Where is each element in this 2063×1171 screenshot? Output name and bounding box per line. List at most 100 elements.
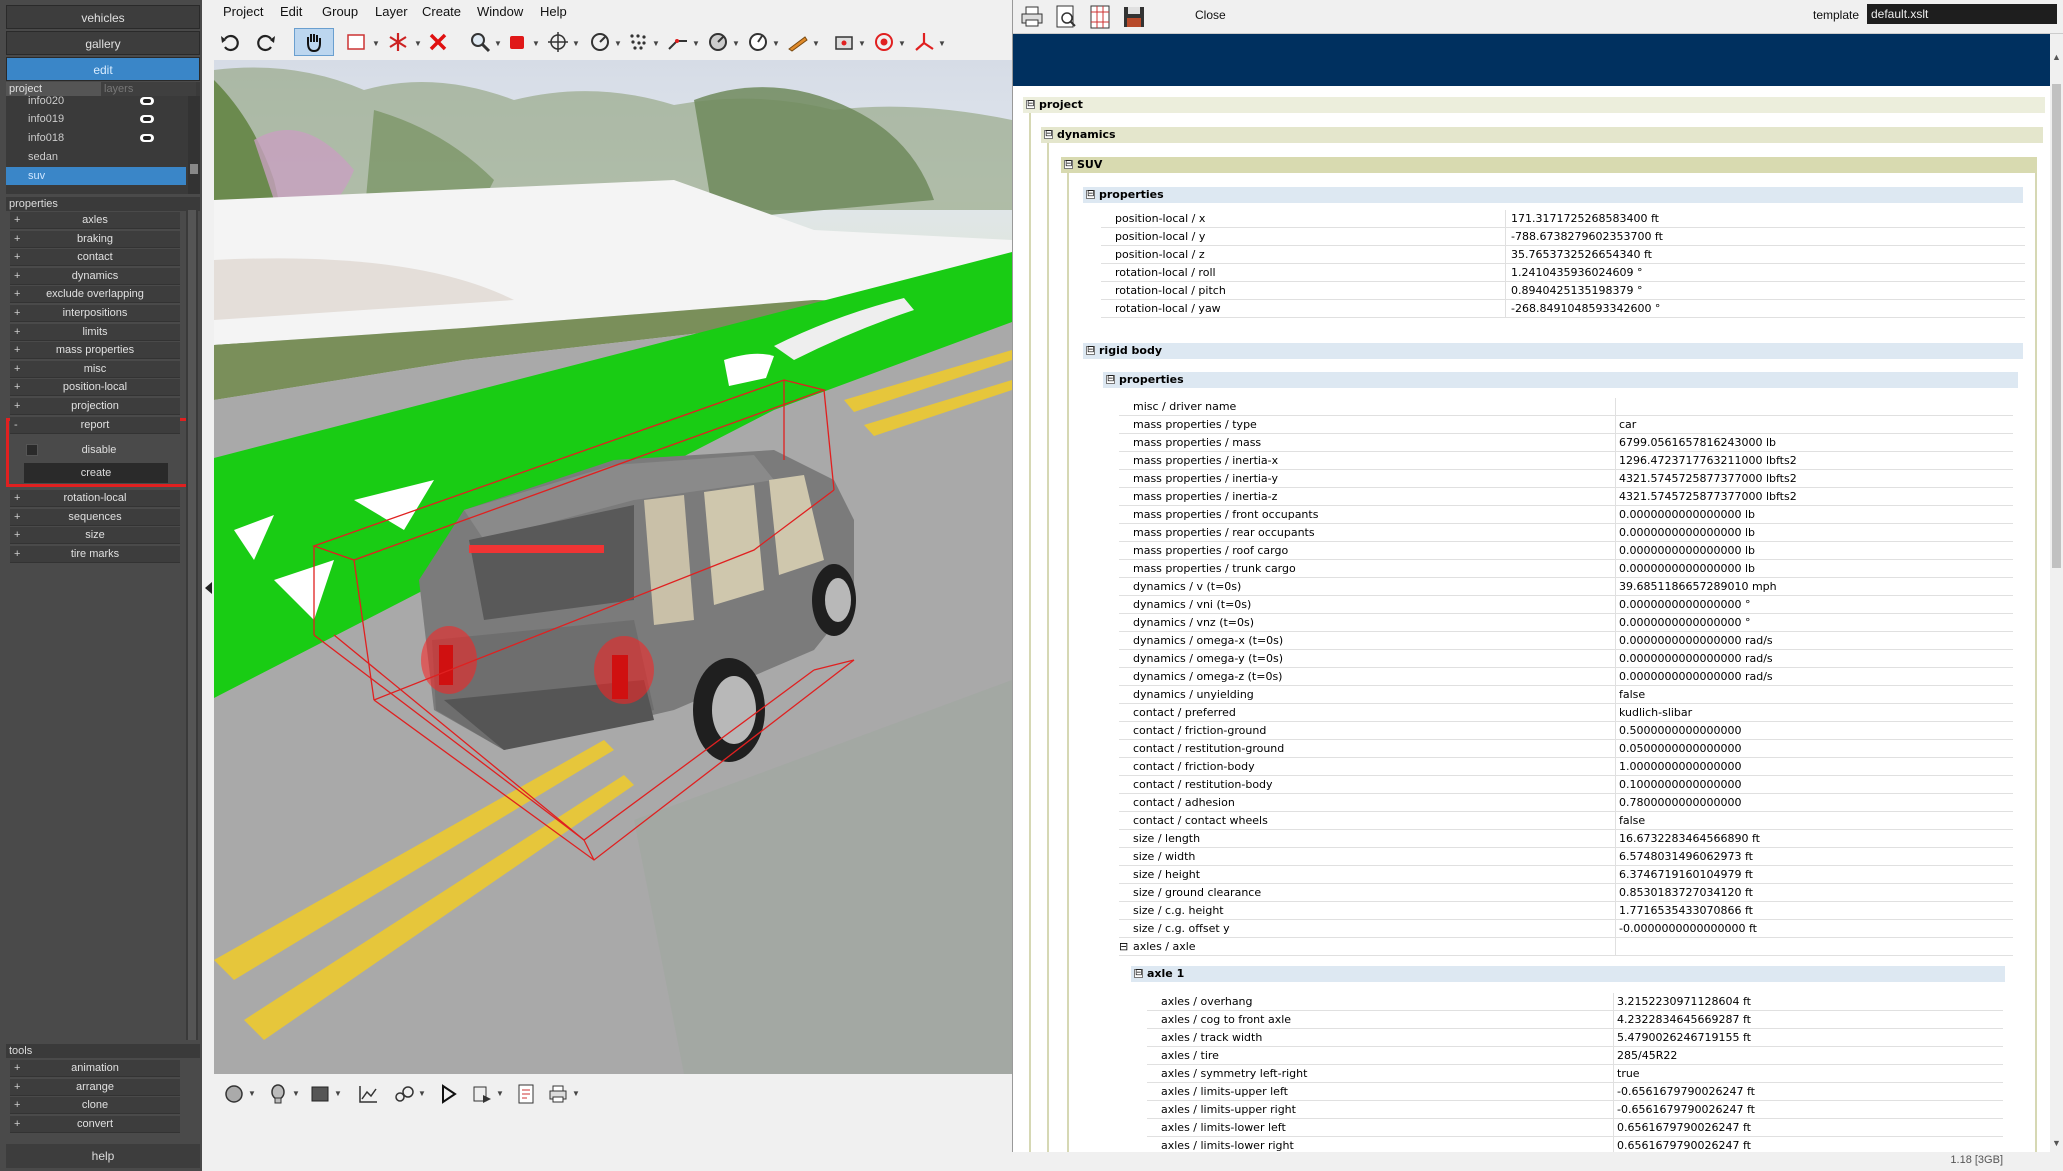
menu-create[interactable]: Create (422, 4, 461, 19)
chevron-down-icon[interactable]: ▼ (414, 39, 422, 48)
head-icon[interactable] (264, 1080, 292, 1108)
chevron-down-icon[interactable]: ▼ (292, 1089, 300, 1098)
property-size[interactable]: + size (10, 527, 180, 545)
collapse-toggle-icon[interactable]: ⊟ (1026, 100, 1035, 109)
property-sequences[interactable]: + sequences (10, 508, 180, 526)
scroll-down-icon[interactable]: ▼ (2052, 1138, 2061, 1148)
help-button[interactable]: help (6, 1144, 200, 1168)
chevron-down-icon[interactable]: ▼ (772, 39, 780, 48)
move-icon[interactable] (544, 28, 572, 56)
chevron-down-icon[interactable]: ▼ (494, 39, 502, 48)
angle-icon[interactable] (704, 28, 732, 56)
collapse-toggle-icon[interactable]: ⊟ (1044, 130, 1053, 139)
expand-icon[interactable]: - (14, 417, 18, 434)
drive-icon[interactable] (390, 1080, 418, 1108)
edit-button[interactable]: edit (6, 57, 200, 81)
path-icon[interactable] (664, 28, 692, 56)
expand-icon[interactable]: + (14, 249, 20, 266)
explode-icon[interactable] (384, 28, 412, 56)
property-tire-marks[interactable]: + tire marks (10, 545, 180, 563)
chevron-down-icon[interactable]: ▼ (334, 1089, 342, 1098)
project-item-info020[interactable]: info020 (6, 92, 184, 110)
chevron-down-icon[interactable]: ▼ (692, 39, 700, 48)
play-icon[interactable] (434, 1080, 462, 1108)
collapse-toggle-icon[interactable]: ⊟ (1086, 346, 1095, 355)
redo-icon[interactable] (252, 28, 280, 56)
menu-layer[interactable]: Layer (375, 4, 408, 19)
collapse-toggle-icon[interactable]: ⊟ (1106, 375, 1115, 384)
expand-icon[interactable]: + (14, 379, 20, 396)
zoom-icon[interactable] (466, 28, 494, 56)
expand-icon[interactable]: + (14, 527, 20, 544)
3d-viewport[interactable] (214, 60, 1012, 1074)
expand-icon[interactable]: + (14, 361, 20, 378)
project-scrollbar[interactable] (188, 96, 200, 194)
sidebar-collapse-arrow-icon[interactable] (205, 582, 212, 594)
property-contact[interactable]: + contact (10, 249, 180, 267)
measure-icon[interactable] (586, 28, 614, 56)
undo-icon[interactable] (216, 28, 244, 56)
property-report[interactable]: - report (10, 416, 180, 434)
chevron-down-icon[interactable]: ▼ (614, 39, 622, 48)
cube-icon[interactable] (504, 28, 532, 56)
project-item-info018[interactable]: info018 (6, 129, 184, 147)
chevron-down-icon[interactable]: ▼ (858, 39, 866, 48)
expand-icon[interactable]: + (14, 398, 20, 415)
project-item-suv[interactable]: suv (6, 167, 186, 185)
menu-edit[interactable]: Edit (280, 4, 302, 19)
project-section[interactable]: ⊟ project (1023, 97, 2045, 113)
property-dynamics[interactable]: + dynamics (10, 267, 180, 285)
visibility-icon[interactable] (140, 134, 154, 142)
collapse-toggle-icon[interactable]: ⊟ (1064, 160, 1073, 169)
tool-clone[interactable]: + clone (10, 1097, 180, 1115)
delete-icon[interactable] (424, 28, 452, 56)
property-axles[interactable]: + axles (10, 212, 180, 229)
menu-window[interactable]: Window (477, 4, 523, 19)
property-interpositions[interactable]: + interpositions (10, 305, 180, 322)
save-icon[interactable] (1121, 4, 1147, 30)
expand-icon[interactable]: + (14, 305, 20, 322)
chevron-down-icon[interactable]: ▼ (938, 39, 946, 48)
collapse-toggle-icon[interactable]: ⊟ (1119, 938, 1128, 956)
chevron-down-icon[interactable]: ▼ (652, 39, 660, 48)
print-preview-icon[interactable] (1053, 4, 1079, 30)
tool-convert[interactable]: + convert (10, 1115, 180, 1133)
properties-scrollbar[interactable] (186, 210, 198, 1040)
report-disable-row[interactable]: disable (18, 440, 180, 460)
menu-help[interactable]: Help (540, 4, 567, 19)
chart-icon[interactable] (354, 1080, 382, 1108)
page-setup-icon[interactable] (1087, 4, 1113, 30)
property-mass-properties[interactable]: + mass properties (10, 342, 180, 360)
axle-1-section[interactable]: ⊟ axle 1 (1131, 966, 2005, 982)
points-icon[interactable] (624, 28, 652, 56)
chevron-down-icon[interactable]: ▼ (812, 39, 820, 48)
expand-icon[interactable]: + (14, 1079, 20, 1096)
report-scrollbar[interactable]: ▲ ▼ (2050, 34, 2063, 1152)
expand-icon[interactable]: + (14, 1060, 20, 1077)
gauge-icon[interactable] (744, 28, 772, 56)
expand-icon[interactable]: + (14, 268, 20, 285)
hand-tool-icon[interactable] (294, 28, 334, 56)
expand-icon[interactable]: + (14, 546, 20, 563)
axis-icon[interactable] (910, 28, 938, 56)
report-icon[interactable] (512, 1080, 540, 1108)
expand-icon[interactable]: + (14, 1097, 20, 1114)
property-misc[interactable]: + misc (10, 360, 180, 378)
expand-icon[interactable]: + (14, 231, 20, 248)
property-limits[interactable]: + limits (10, 323, 180, 341)
chevron-down-icon[interactable]: ▼ (248, 1089, 256, 1098)
expand-icon[interactable]: + (14, 286, 20, 303)
disable-checkbox[interactable] (26, 444, 38, 456)
tool-arrange[interactable]: + arrange (10, 1078, 180, 1096)
project-item-info019[interactable]: info019 (6, 110, 184, 128)
rigid-properties-section[interactable]: ⊟ properties (1103, 372, 2018, 388)
chevron-down-icon[interactable]: ▼ (898, 39, 906, 48)
expand-icon[interactable]: + (14, 212, 20, 229)
collapse-toggle-icon[interactable]: ⊟ (1086, 190, 1095, 199)
expand-icon[interactable]: + (14, 509, 20, 526)
expand-icon[interactable]: + (14, 1116, 20, 1133)
print-icon[interactable] (1019, 4, 1045, 30)
pencil-icon[interactable] (784, 28, 812, 56)
vehicles-button[interactable]: vehicles (6, 5, 200, 29)
gallery-button[interactable]: gallery (6, 31, 200, 55)
